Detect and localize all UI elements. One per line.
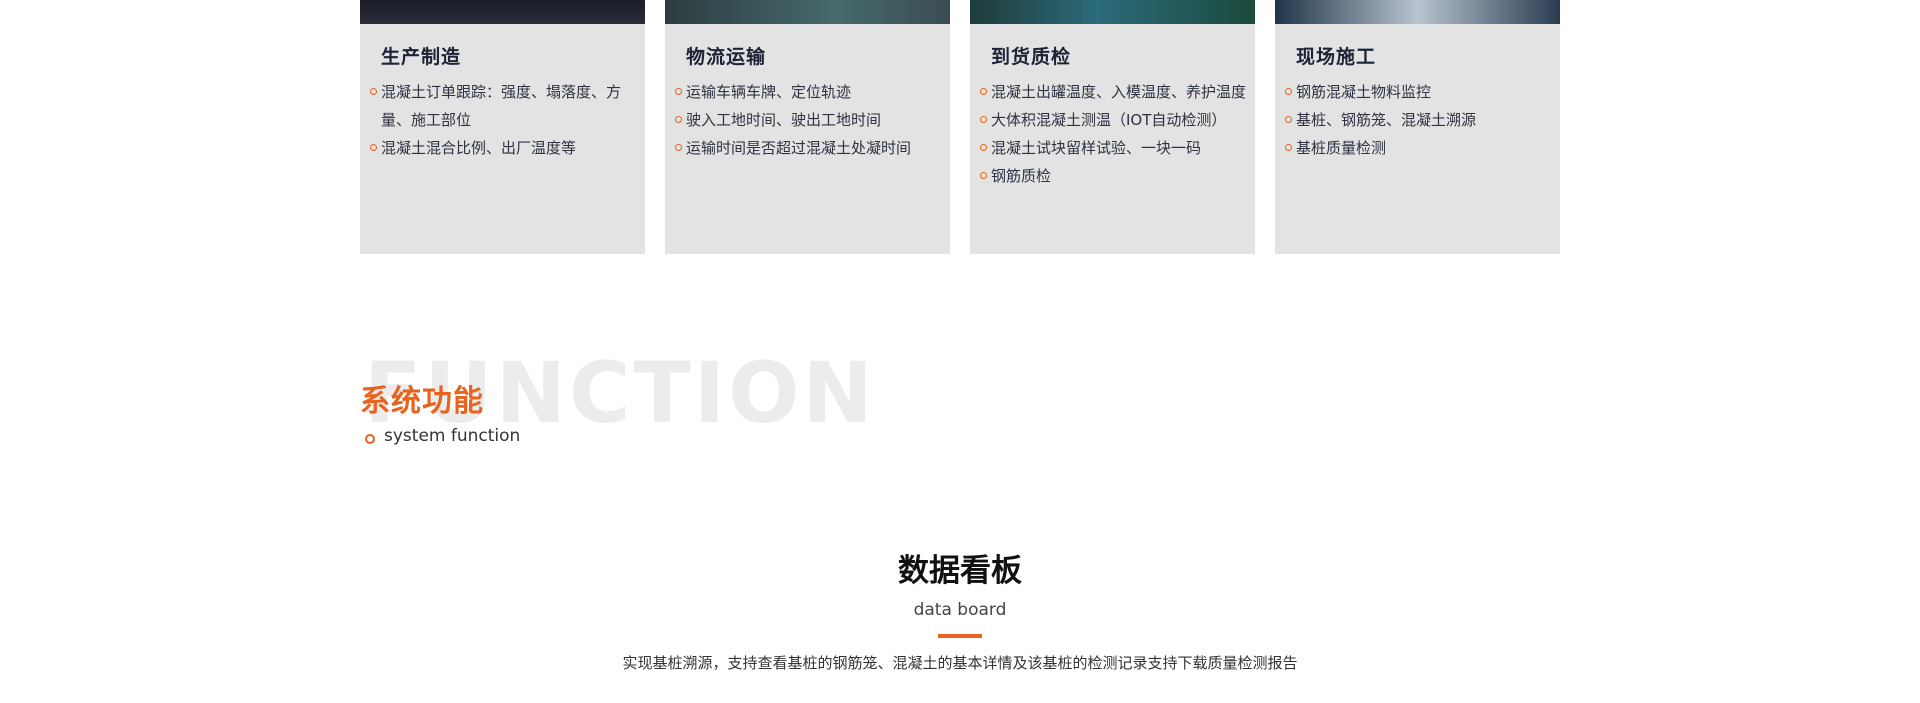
card-image [360,0,645,24]
card-list: 混凝土订单跟踪：强度、塌落度、方量、施工部位 混凝土混合比例、出厂温度等 [370,78,639,162]
list-item: 基桩质量检测 [1285,134,1554,162]
list-item: 大体积混凝土测温（IOT自动检测） [980,106,1249,134]
list-item: 运输时间是否超过混凝土处凝时间 [675,134,944,162]
list-item: 混凝土出罐温度、入模温度、养护温度 [980,78,1249,106]
list-item: 基桩、钢筋笼、混凝土溯源 [1285,106,1554,134]
list-item: 驶入工地时间、驶出工地时间 [675,106,944,134]
circle-bullet-icon [980,88,987,95]
circle-bullet-icon [370,88,377,95]
circle-bullet-icon [365,434,375,444]
accent-divider [938,634,982,638]
list-item: 混凝土混合比例、出厂温度等 [370,134,639,162]
data-board-section: 数据看板 data board 实现基桩溯源，支持查看基桩的钢筋笼、混凝土的基本… [0,548,1920,673]
card-image [1275,0,1560,24]
board-title: 数据看板 [898,553,1022,589]
circle-bullet-icon [980,172,987,179]
circle-bullet-icon [1285,144,1292,151]
card-inspection: 到货质检 混凝土出罐温度、入模温度、养护温度 大体积混凝土测温（IOT自动检测）… [970,0,1255,254]
card-title: 物流运输 [686,46,767,68]
card-construction: 现场施工 钢筋混凝土物料监控 基桩、钢筋笼、混凝土溯源 基桩质量检测 [1275,0,1560,254]
card-production: 生产制造 混凝土订单跟踪：强度、塌落度、方量、施工部位 混凝土混合比例、出厂温度… [360,0,645,254]
card-title: 现场施工 [1296,46,1377,68]
circle-bullet-icon [675,144,682,151]
card-title: 生产制造 [381,46,462,68]
card-title: 到货质检 [991,46,1072,68]
card-logistics: 物流运输 运输车辆车牌、定位轨迹 驶入工地时间、驶出工地时间 运输时间是否超过混… [665,0,950,254]
card-list: 钢筋混凝土物料监控 基桩、钢筋笼、混凝土溯源 基桩质量检测 [1285,78,1554,162]
circle-bullet-icon [980,116,987,123]
card-image [970,0,1255,24]
circle-bullet-icon [675,116,682,123]
circle-bullet-icon [1285,88,1292,95]
list-item: 钢筋质检 [980,162,1249,190]
list-item: 混凝土订单跟踪：强度、塌落度、方量、施工部位 [370,78,639,134]
section-subtitle: system function [384,426,521,446]
list-item: 运输车辆车牌、定位轨迹 [675,78,944,106]
card-image [665,0,950,24]
circle-bullet-icon [370,144,377,151]
card-list: 运输车辆车牌、定位轨迹 驶入工地时间、驶出工地时间 运输时间是否超过混凝土处凝时… [675,78,944,162]
list-item: 钢筋混凝土物料监控 [1285,78,1554,106]
circle-bullet-icon [980,144,987,151]
board-subtitle: data board [913,600,1007,620]
system-function-section: FUNCTION 系统功能 system function [360,346,960,456]
section-title: 系统功能 [360,384,484,419]
list-item: 混凝土试块留样试验、一块一码 [980,134,1249,162]
feature-cards: 生产制造 混凝土订单跟踪：强度、塌落度、方量、施工部位 混凝土混合比例、出厂温度… [360,0,1560,254]
circle-bullet-icon [1285,116,1292,123]
board-description: 实现基桩溯源，支持查看基桩的钢筋笼、混凝土的基本详情及该基桩的检测记录支持下载质… [622,654,1298,672]
circle-bullet-icon [675,88,682,95]
card-list: 混凝土出罐温度、入模温度、养护温度 大体积混凝土测温（IOT自动检测） 混凝土试… [980,78,1249,190]
